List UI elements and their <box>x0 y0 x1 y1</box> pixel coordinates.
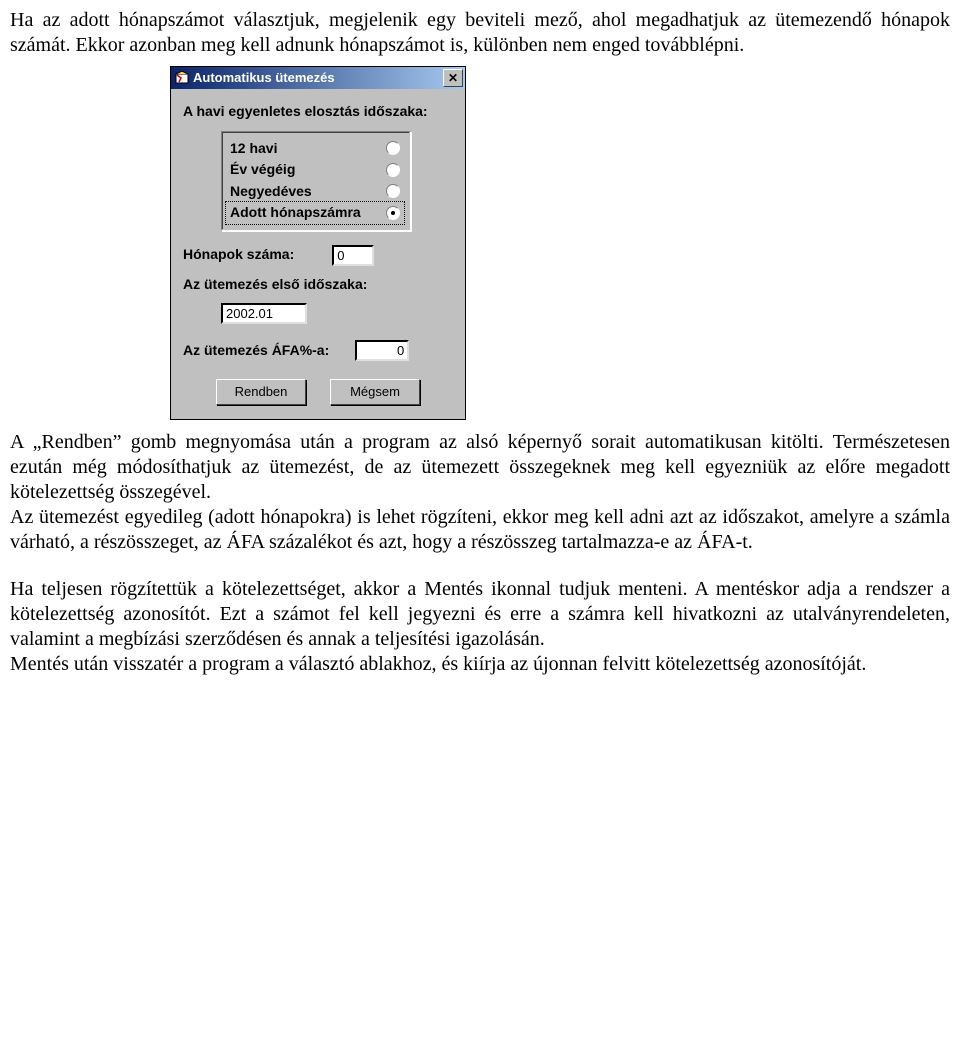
months-row: Hónapok száma: <box>183 245 453 266</box>
months-input[interactable] <box>332 245 374 266</box>
option-label: Negyedéves <box>230 183 312 201</box>
option-adott-honapszamra[interactable]: Adott hónapszámra <box>226 202 404 224</box>
first-period-input[interactable] <box>221 303 307 324</box>
dialog-icon <box>174 70 190 86</box>
vat-row: Az ütemezés ÁFA%-a: <box>183 340 453 361</box>
radio-icon <box>386 206 400 220</box>
option-label: Év végéig <box>230 161 295 179</box>
close-button[interactable]: ✕ <box>443 69 463 87</box>
dialog-button-row: Rendben Mégsem <box>183 379 453 405</box>
ok-button[interactable]: Rendben <box>216 379 306 405</box>
option-12-havi[interactable]: 12 havi <box>226 138 404 160</box>
close-icon: ✕ <box>448 72 458 84</box>
radio-icon <box>386 163 400 177</box>
option-ev-vegeig[interactable]: Év végéig <box>226 159 404 181</box>
body-paragraph-3: Ha teljesen rögzítettük a kötelezettsége… <box>10 577 950 677</box>
period-heading: A havi egyenletes elosztás időszaka: <box>183 103 453 121</box>
first-period-label: Az ütemezés első időszaka: <box>183 276 453 294</box>
vat-label: Az ütemezés ÁFA%-a: <box>183 342 329 360</box>
option-negyedeves[interactable]: Negyedéves <box>226 181 404 203</box>
dialog-titlebar[interactable]: Automatikus ütemezés ✕ <box>171 67 465 89</box>
option-label: 12 havi <box>230 140 277 158</box>
radio-icon <box>386 184 400 198</box>
period-option-group: 12 havi Év végéig Negyedéves Adott hónap… <box>221 131 411 231</box>
dialog-title: Automatikus ütemezés <box>193 70 443 86</box>
dialog-automatikus-utemezes: Automatikus ütemezés ✕ A havi egyenletes… <box>170 66 466 420</box>
body-paragraph-2: A „Rendben” gomb megnyomása után a progr… <box>10 430 950 555</box>
vat-input[interactable] <box>355 340 409 361</box>
option-label: Adott hónapszámra <box>230 204 361 222</box>
cancel-button[interactable]: Mégsem <box>330 379 420 405</box>
months-label: Hónapok száma: <box>183 246 294 264</box>
radio-icon <box>386 141 400 155</box>
dialog-body: A havi egyenletes elosztás időszaka: 12 … <box>171 89 465 419</box>
intro-paragraph-1: Ha az adott hónapszámot választjuk, megj… <box>10 8 950 58</box>
